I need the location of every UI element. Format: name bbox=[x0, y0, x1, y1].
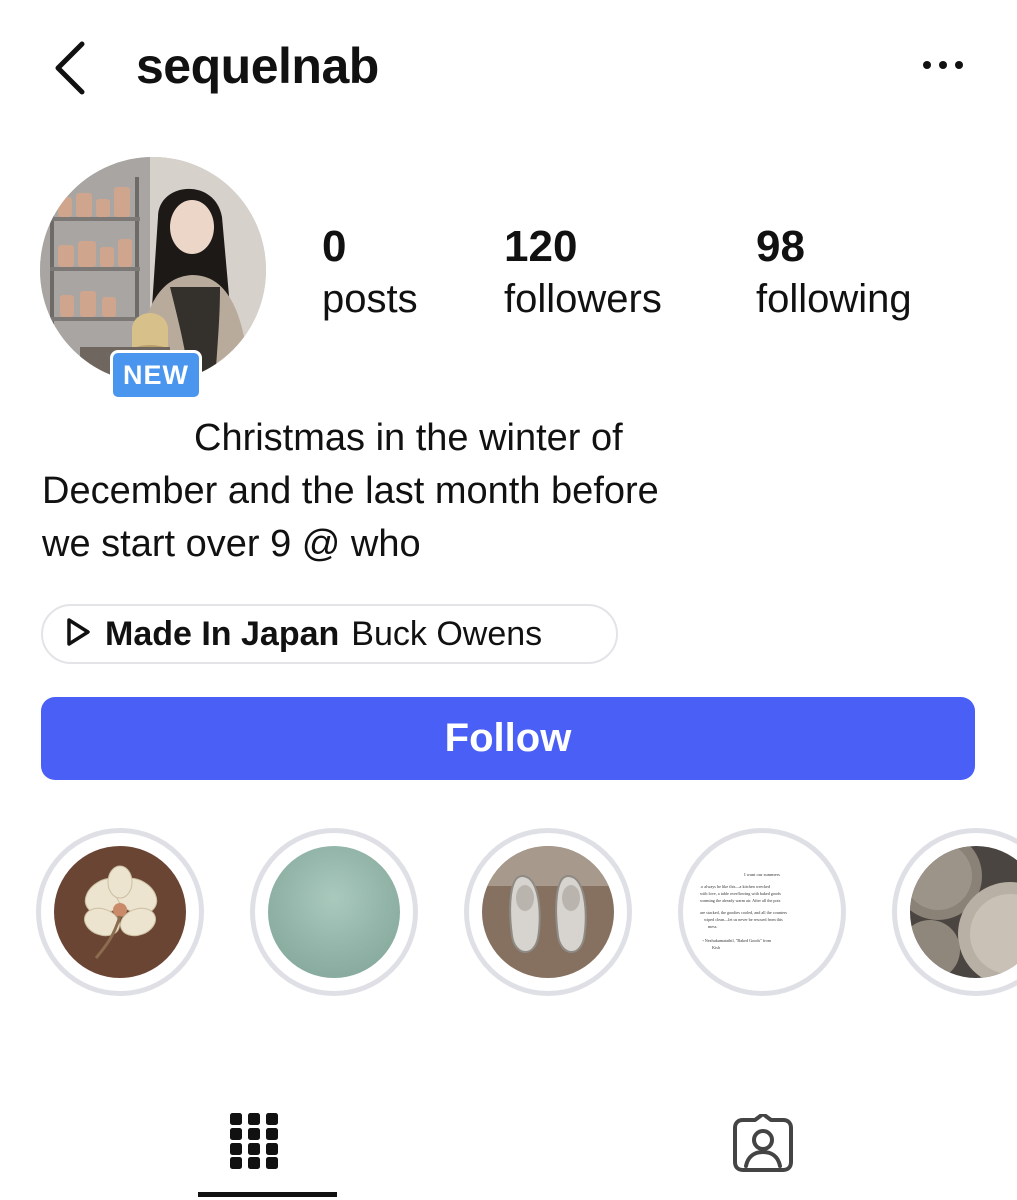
bio-line: December and the last month before bbox=[42, 470, 659, 512]
highlight-item[interactable]: I want our summers to always be like thi… bbox=[678, 828, 846, 996]
posts-label: posts bbox=[322, 277, 418, 321]
profile-header: sequelnab bbox=[0, 0, 1017, 130]
tagged-tab-icon[interactable] bbox=[733, 1112, 793, 1177]
highlight-book-page-image: I want our summers to always be like thi… bbox=[696, 846, 828, 978]
book-line: mess. bbox=[708, 924, 717, 929]
highlight-item[interactable] bbox=[464, 828, 632, 996]
posts-grid-tab-icon[interactable] bbox=[230, 1113, 278, 1174]
followers-stat[interactable]: 120 followers bbox=[504, 222, 662, 326]
profile-music-pill[interactable]: Made In Japan Buck Owens bbox=[41, 604, 618, 664]
back-chevron-icon[interactable] bbox=[50, 38, 100, 98]
highlight-item[interactable] bbox=[892, 828, 1017, 996]
highlight-item[interactable] bbox=[250, 828, 418, 996]
book-line: to always be like this—a kitchen wrecked bbox=[700, 884, 771, 889]
highlight-plates-image bbox=[910, 846, 1017, 978]
active-tab-indicator bbox=[198, 1192, 337, 1197]
profile-bio: Christmas in the winter of December and … bbox=[42, 412, 802, 571]
music-artist: Buck Owens bbox=[351, 614, 543, 653]
following-count: 98 bbox=[756, 222, 805, 271]
play-icon bbox=[65, 617, 91, 652]
profile-tabs bbox=[0, 1090, 1017, 1200]
followers-label: followers bbox=[504, 277, 662, 321]
highlight-flower-image bbox=[54, 846, 186, 978]
posts-count: 0 bbox=[322, 222, 347, 271]
followers-count: 120 bbox=[504, 222, 578, 271]
highlight-item[interactable] bbox=[36, 828, 204, 996]
highlight-shoes-image bbox=[482, 846, 614, 978]
music-title: Made In Japan bbox=[105, 614, 340, 653]
new-badge: NEW bbox=[110, 350, 202, 400]
follow-button[interactable]: Follow bbox=[41, 697, 975, 780]
profile-username: sequelnab bbox=[136, 38, 379, 94]
following-label: following bbox=[756, 277, 912, 321]
book-line: warming the already warm air. After all … bbox=[700, 898, 781, 903]
highlight-green-image bbox=[268, 846, 400, 978]
bio-line: we start over 9 @ who bbox=[42, 523, 421, 565]
book-line: wiped clean—let us never be rescued from… bbox=[704, 917, 783, 922]
following-stat[interactable]: 98 following bbox=[756, 222, 912, 326]
book-line: I want our summers bbox=[744, 872, 780, 877]
bio-line: Christmas in the winter of bbox=[194, 417, 623, 459]
posts-stat[interactable]: 0 posts bbox=[322, 222, 418, 326]
book-line: Kish bbox=[712, 945, 721, 950]
more-options-icon[interactable] bbox=[918, 55, 968, 75]
